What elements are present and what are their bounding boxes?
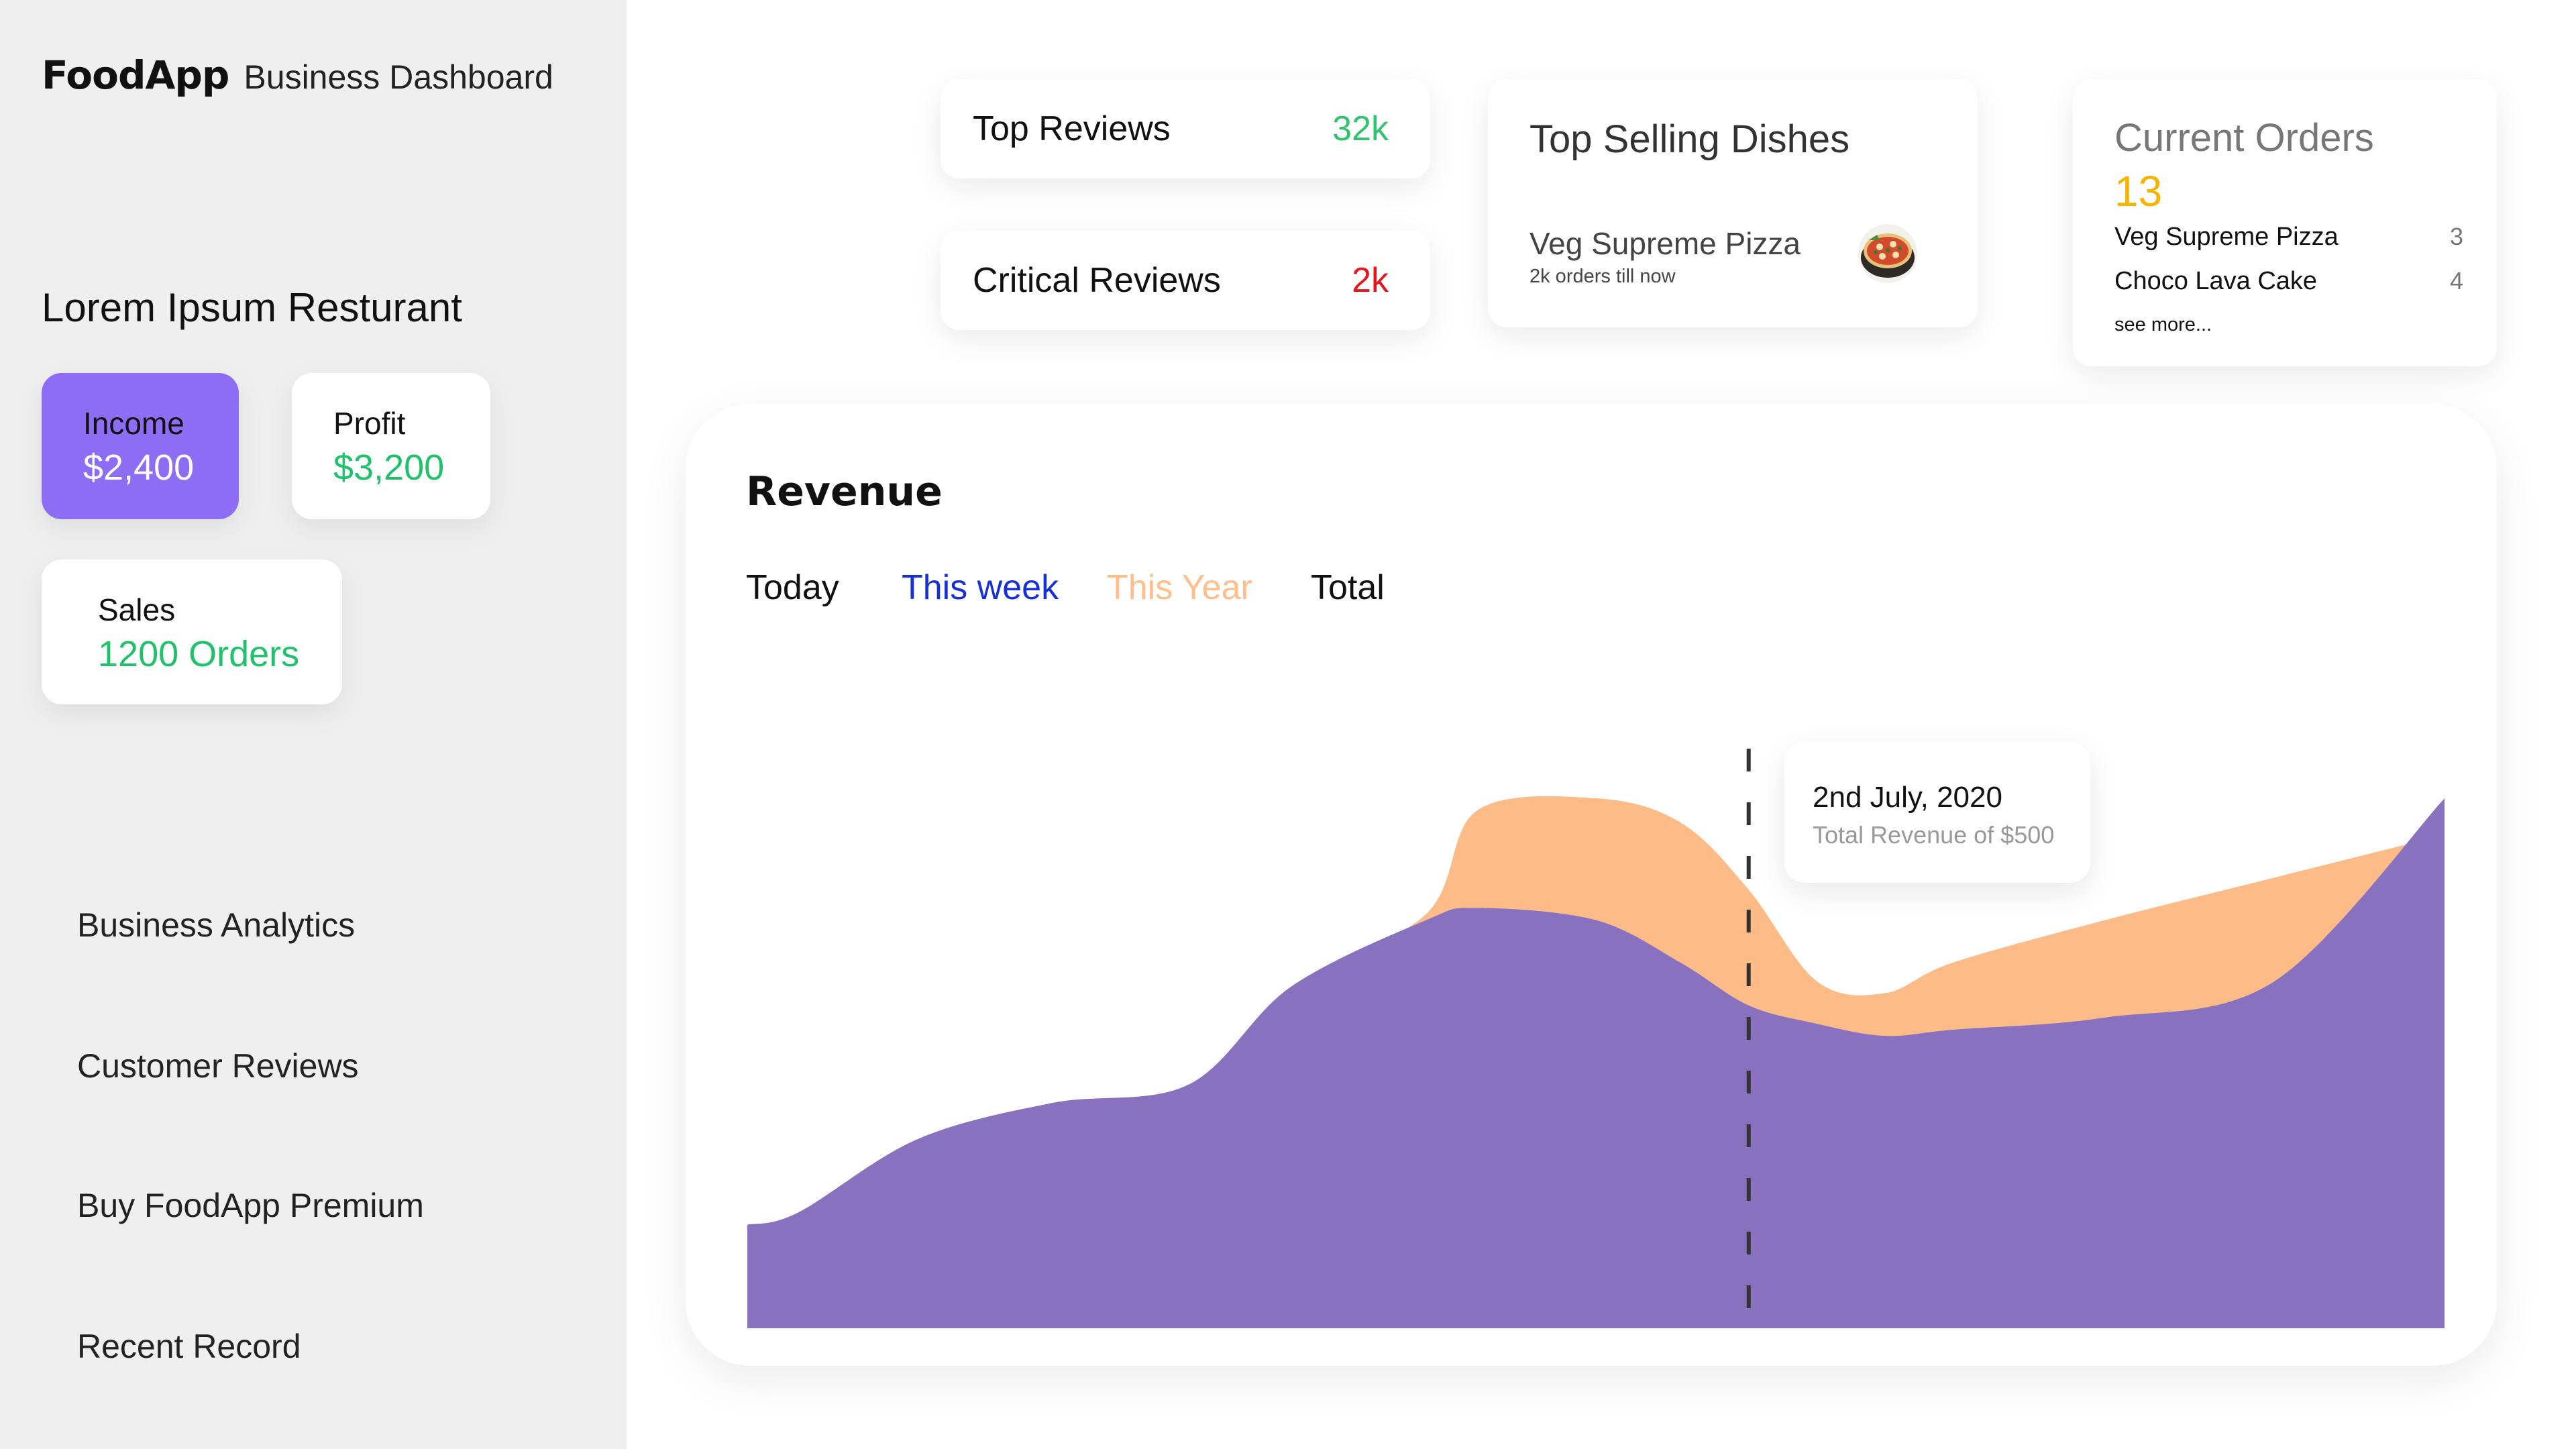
revenue-panel: Revenue Today This week This Year Total …: [686, 404, 2497, 1366]
current-orders-card[interactable]: Current Orders 13 Veg Supreme Pizza 3 Ch…: [2073, 79, 2497, 366]
order-item-qty: 4: [2449, 267, 2463, 294]
profit-label: Profit: [333, 406, 406, 441]
top-reviews-label: Top Reviews: [973, 109, 1171, 148]
restaurant-name: Lorem Ipsum Resturant: [42, 285, 462, 330]
dish-name: Veg Supreme Pizza: [1529, 226, 1801, 261]
revenue-chart: [747, 749, 2445, 1328]
order-row: Veg Supreme Pizza 3: [2114, 223, 2463, 252]
top-selling-card[interactable]: Top Selling Dishes Veg Supreme Pizza 2k …: [1488, 79, 1978, 327]
sidebar-item-buy-premium[interactable]: Buy FoodApp Premium: [77, 1186, 424, 1225]
order-row: Choco Lava Cake 4: [2114, 267, 2463, 296]
top-reviews-card[interactable]: Top Reviews 32k: [941, 79, 1430, 178]
pizza-image: [1858, 224, 1917, 283]
sidebar-item-recent-record[interactable]: Recent Record: [77, 1327, 301, 1366]
dashboard-page: FoodApp Business Dashboard Lorem Ipsum Re…: [0, 0, 2576, 1449]
order-item-name: Veg Supreme Pizza: [2114, 223, 2339, 251]
see-more-link[interactable]: see more...: [2114, 314, 2212, 336]
tooltip-date: 2nd July, 2020: [1813, 781, 2002, 814]
top-selling-title: Top Selling Dishes: [1529, 117, 1850, 161]
order-item-qty: 3: [2449, 223, 2463, 250]
brand-subtitle: Business Dashboard: [244, 58, 553, 96]
sales-card[interactable]: Sales 1200 Orders: [42, 559, 342, 704]
income-card[interactable]: Income $2,400: [42, 373, 239, 519]
dish-orders: 2k orders till now: [1529, 266, 1676, 287]
current-orders-count: 13: [2114, 167, 2163, 215]
income-label: Income: [83, 406, 184, 441]
profit-card[interactable]: Profit $3,200: [292, 373, 490, 519]
chart-tooltip: 2nd July, 2020 Total Revenue of $500: [1784, 742, 2090, 883]
income-value: $2,400: [83, 447, 195, 488]
brand-name: FoodApp: [42, 52, 229, 98]
critical-reviews-card[interactable]: Critical Reviews 2k: [941, 231, 1430, 330]
sidebar-item-business-analytics[interactable]: Business Analytics: [77, 906, 355, 945]
brand: FoodApp Business Dashboard: [42, 52, 553, 98]
critical-reviews-value: 2k: [1352, 261, 1389, 300]
order-item-name: Choco Lava Cake: [2114, 267, 2318, 295]
sidebar: FoodApp Business Dashboard Lorem Ipsum Re…: [0, 0, 627, 1449]
critical-reviews-label: Critical Reviews: [973, 261, 1221, 300]
sidebar-item-customer-reviews[interactable]: Customer Reviews: [77, 1046, 359, 1085]
tooltip-text: Total Revenue of $500: [1813, 821, 2055, 849]
top-reviews-value: 32k: [1332, 109, 1389, 148]
current-orders-title: Current Orders: [2114, 116, 2374, 160]
profit-value: $3,200: [333, 447, 445, 488]
sales-value: 1200 Orders: [98, 634, 300, 674]
sales-label: Sales: [98, 592, 176, 627]
